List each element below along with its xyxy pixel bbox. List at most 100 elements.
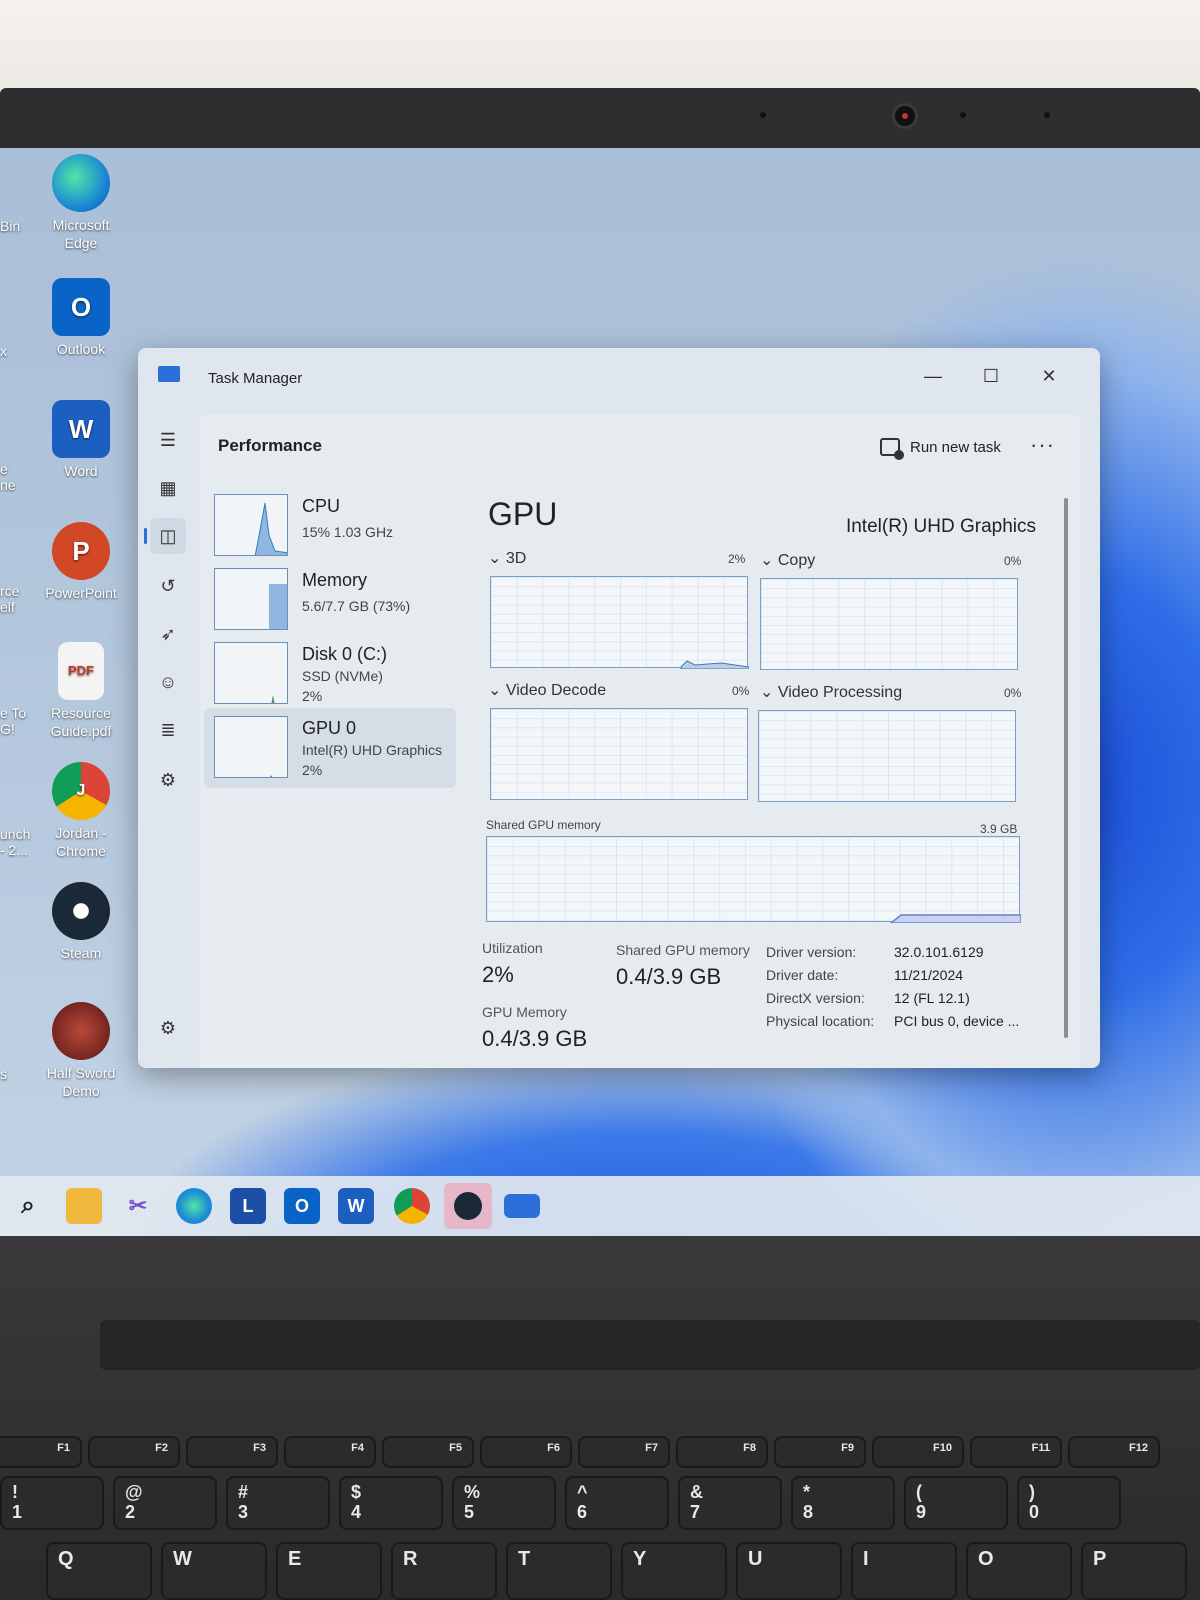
nav-rail: ☰ ▦ ◫ ↺ ➶ ☺ ≣ ⚙ ⚙	[138, 404, 198, 1068]
title-bar[interactable]: Task Manager — ☐ ✕	[138, 348, 1100, 404]
services-icon[interactable]: ⚙	[150, 762, 186, 798]
edge-icon[interactable]	[176, 1188, 212, 1224]
run-new-task-button[interactable]: Run new task	[880, 434, 1001, 460]
taskbar: ⌕ ✂ L O W	[0, 1176, 1200, 1236]
resource-detail: Intel(R) UHD Graphics	[302, 742, 443, 758]
key-5: % 5	[452, 1476, 556, 1530]
desktop-icon-chrome[interactable]: J Jordan - Chrome	[36, 762, 126, 860]
engine-selector-3d[interactable]: ⌄ 3D	[488, 548, 526, 568]
utilization-label: Utilization	[482, 940, 543, 956]
cut-label: e To G!	[0, 705, 27, 737]
key-f7: F7	[578, 1436, 670, 1468]
info-value: PCI bus 0, device ...	[894, 1013, 1020, 1029]
outlook-icon: O	[52, 278, 110, 336]
key-r: R	[391, 1542, 497, 1600]
desktop-icon-label: Steam	[60, 945, 102, 961]
engine-percent: 2%	[728, 552, 746, 566]
steam-icon[interactable]	[444, 1183, 492, 1229]
key-9: ( 9	[904, 1476, 1008, 1530]
desktop-icon-word[interactable]: W Word	[36, 400, 126, 480]
pdf-icon: PDF	[58, 642, 104, 700]
engine-label: Copy	[777, 552, 816, 569]
minimize-button[interactable]: —	[910, 358, 956, 394]
gpu-memory-value: 0.4/3.9 GB	[482, 1026, 588, 1051]
powerpoint-icon: P	[52, 522, 110, 580]
desktop-icon-outlook[interactable]: O Outlook	[36, 278, 126, 358]
key-f9: F9	[774, 1436, 866, 1468]
performance-header: Performance Run new task ···	[200, 414, 1080, 476]
resource-item-disk[interactable]: Disk 0 (C:) SSD (NVMe) 2%	[204, 634, 456, 714]
l-app-icon[interactable]: L	[230, 1188, 266, 1224]
users-icon[interactable]: ☺	[150, 664, 186, 700]
cpu-mini-chart	[254, 502, 287, 555]
desktop-icon-steam[interactable]: Steam	[36, 882, 126, 962]
steam-logo	[454, 1192, 482, 1220]
settings-icon[interactable]: ⚙	[150, 1010, 186, 1046]
engine-selector-copy[interactable]: ⌄ Copy	[760, 550, 815, 570]
resource-detail: 15% 1.03 GHz	[302, 524, 394, 540]
performance-icon[interactable]: ◫	[144, 518, 186, 554]
key-f6: F6	[480, 1436, 572, 1468]
key-e: E	[276, 1542, 382, 1600]
resource-name: CPU	[302, 496, 341, 516]
desktop-icon-powerpoint[interactable]: P PowerPoint	[36, 522, 126, 602]
close-button[interactable]: ✕	[1026, 358, 1072, 394]
processes-icon[interactable]: ▦	[150, 470, 186, 506]
key-7: & 7	[678, 1476, 782, 1530]
hinge	[100, 1320, 1200, 1370]
desktop-icon-edge[interactable]: Microsoft Edge	[36, 154, 126, 252]
info-value: 32.0.101.6129	[894, 944, 984, 960]
key-f11: F11	[970, 1436, 1062, 1468]
key-6: ^ 6	[565, 1476, 669, 1530]
key-i: I	[851, 1542, 957, 1600]
resource-detail: 5.6/7.7 GB (73%)	[302, 598, 411, 614]
performance-content: Performance Run new task ··· CPU 15% 1.0…	[200, 414, 1080, 1068]
resource-item-cpu[interactable]: CPU 15% 1.03 GHz	[204, 486, 456, 566]
file-explorer-icon[interactable]	[66, 1188, 102, 1224]
graph-copy	[760, 578, 1018, 670]
disk-mini-chart	[271, 695, 275, 703]
resource-name: GPU 0	[302, 718, 357, 738]
shared-gpu-memory-label: Shared GPU memory	[616, 942, 750, 958]
engine-selector-video-processing[interactable]: ⌄ Video Processing	[760, 682, 902, 702]
resource-list: CPU 15% 1.03 GHz Memory 5.6/7.7 GB (73%)…	[200, 486, 458, 1066]
engine-percent: 0%	[1004, 686, 1022, 700]
key-f10: F10	[872, 1436, 964, 1468]
cut-label: x	[0, 343, 7, 359]
info-value: 11/21/2024	[894, 967, 964, 983]
snipping-icon[interactable]: ✂	[120, 1188, 156, 1224]
hamburger-menu-icon[interactable]: ☰	[150, 422, 186, 458]
chrome-icon[interactable]	[394, 1188, 430, 1224]
key-3: # 3	[226, 1476, 330, 1530]
key-2: @ 2	[113, 1476, 217, 1530]
word-icon[interactable]: W	[338, 1188, 374, 1224]
scrollbar[interactable]	[1064, 498, 1068, 1038]
resource-item-gpu[interactable]: GPU 0 Intel(R) UHD Graphics 2%	[204, 708, 456, 788]
task-manager-icon[interactable]	[504, 1194, 540, 1218]
maximize-button[interactable]: ☐	[968, 358, 1014, 394]
resource-item-memory[interactable]: Memory 5.6/7.7 GB (73%)	[204, 560, 456, 640]
key-w: W	[161, 1542, 267, 1600]
details-icon[interactable]: ≣	[150, 712, 186, 748]
desktop-icon-half-sword[interactable]: Half Sword Demo	[36, 1002, 126, 1100]
search-icon[interactable]: ⌕	[10, 1188, 46, 1224]
more-options-button[interactable]: ···	[1030, 432, 1055, 458]
gpu-title: GPU	[488, 496, 558, 532]
cpu-thumbnail-graph	[214, 494, 288, 556]
desktop-icon-label: Outlook	[56, 341, 106, 357]
desktop-icon-pdf[interactable]: PDF Resource Guide.pdf	[36, 642, 126, 740]
key-o: O	[966, 1542, 1072, 1600]
key-q: Q	[46, 1542, 152, 1600]
key-u: U	[736, 1542, 842, 1600]
key-4: $ 4	[339, 1476, 443, 1530]
startup-apps-icon[interactable]: ➶	[150, 616, 186, 652]
word-icon: W	[52, 400, 110, 458]
outlook-icon[interactable]: O	[284, 1188, 320, 1224]
resource-detail: SSD (NVMe)	[302, 668, 383, 684]
gpu-mini-chart	[270, 775, 272, 777]
resource-usage: 2%	[302, 762, 323, 778]
app-history-icon[interactable]: ↺	[150, 568, 186, 604]
engine-selector-video-decode[interactable]: ⌄ Video Decode	[488, 680, 606, 700]
disk-thumbnail-graph	[214, 642, 288, 704]
sensor-dot	[1044, 112, 1050, 118]
